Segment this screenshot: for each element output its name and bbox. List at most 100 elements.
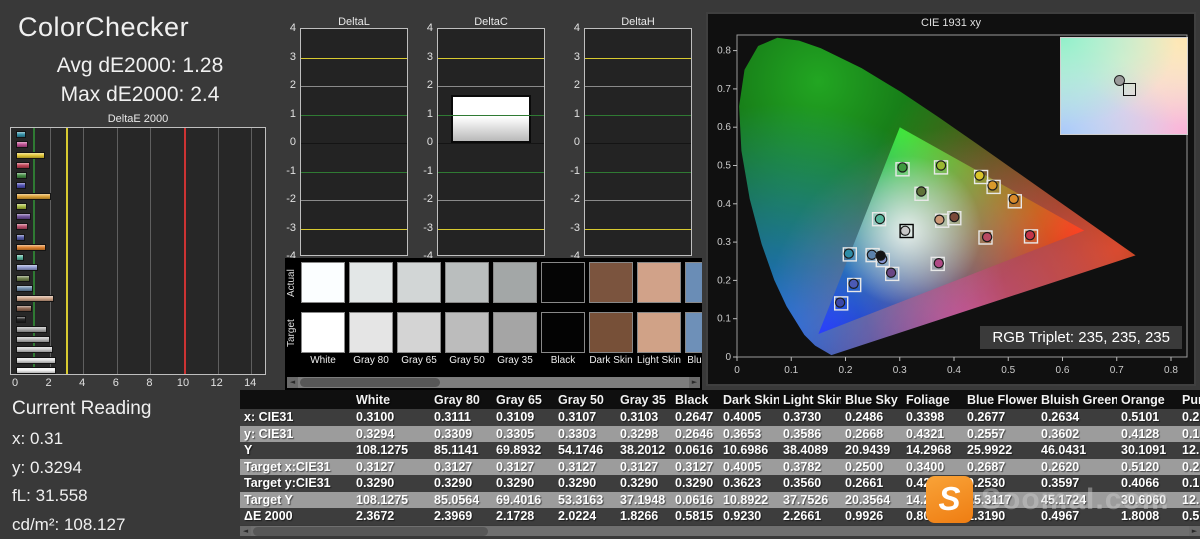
swatch-panel: Actual Target White Gray 80 Gray 65 Gray 50 Gr… bbox=[285, 258, 702, 391]
y-tick-label: 0.1 bbox=[717, 314, 731, 325]
y-tick-label: -2 bbox=[423, 193, 433, 205]
swatch-target-gray-80 bbox=[349, 312, 393, 353]
table-cell: 0.3623 bbox=[723, 476, 762, 490]
table-cell: 85.0564 bbox=[434, 492, 480, 507]
column-header: White bbox=[356, 393, 391, 407]
bar-yellow bbox=[16, 151, 45, 159]
table-scrollbar[interactable]: ◄ ► bbox=[240, 525, 1200, 536]
x-tick-label: 0 bbox=[734, 365, 740, 376]
ref-line bbox=[585, 171, 691, 173]
ref-line bbox=[301, 143, 407, 144]
y-tick-label: 1 bbox=[289, 107, 296, 120]
y-tick-label: 3 bbox=[289, 50, 296, 63]
y-tick-label: 0.8 bbox=[717, 46, 731, 57]
gridline bbox=[116, 128, 118, 374]
y-tick-label: 0 bbox=[725, 352, 731, 363]
target-point-icon bbox=[1123, 83, 1136, 96]
swatch-target-light-skin bbox=[637, 312, 681, 353]
table-cell: 0.3782 bbox=[783, 459, 822, 474]
swatch-label: Gray 65 bbox=[401, 355, 437, 366]
y-tick-label: 4 bbox=[573, 22, 580, 34]
current-reading-line: x: 0.31 bbox=[12, 429, 64, 448]
table-cell: 0.3127 bbox=[434, 459, 473, 474]
table-cell: 1.8008 bbox=[1121, 509, 1160, 523]
table-cell: 0.5815 bbox=[675, 509, 714, 523]
column-header: Gray 50 bbox=[558, 393, 604, 407]
table-cell: 2.2661 bbox=[783, 509, 822, 523]
bar-moderate-red bbox=[16, 223, 29, 231]
scroll-left-icon[interactable]: ◄ bbox=[287, 377, 298, 388]
scrollbar-thumb[interactable] bbox=[300, 378, 440, 387]
table-cell: 0.2 bbox=[1182, 459, 1200, 474]
table-cell: 69.8932 bbox=[496, 443, 542, 457]
chart-title-deltaH: DeltaH bbox=[621, 16, 655, 28]
table-cell: 108.1275 bbox=[356, 492, 409, 507]
measured-marker-green bbox=[897, 162, 908, 173]
scroll-right-icon[interactable]: ► bbox=[1189, 525, 1200, 536]
table-cell: 37.1948 bbox=[620, 492, 666, 507]
table-row: Target y:CIE31 0.3290 0.3290 0.3290 0.3290 0.… bbox=[240, 475, 1200, 492]
ref-line bbox=[301, 114, 407, 116]
cie-1931-panel: CIE 1931 xy 0 0.1 0.2 0.3 0.4 0.5 0.6 0.7 0.8 0 0.… bbox=[706, 12, 1196, 386]
ref-line bbox=[585, 228, 691, 230]
ref-line bbox=[301, 200, 407, 201]
chart-deltaH bbox=[584, 28, 692, 256]
y-tick-label: -2 bbox=[570, 193, 580, 205]
measured-marker-light-skin bbox=[934, 214, 945, 225]
bar-orange bbox=[16, 243, 47, 251]
table-cell: 20.3564 bbox=[845, 492, 891, 507]
table-cell: 2.0224 bbox=[558, 509, 597, 523]
current-reading-line: y: 0.3294 bbox=[12, 457, 82, 477]
swatch-actual-blue-sky bbox=[685, 262, 702, 303]
table-cell: 0.3100 bbox=[356, 410, 395, 424]
measured-marker-orange-yellow bbox=[987, 180, 998, 191]
ref-line bbox=[585, 86, 691, 87]
y-tick-label: -3 bbox=[570, 221, 580, 234]
column-header: Dark Skin bbox=[723, 393, 779, 407]
row-label-actual: Actual bbox=[286, 269, 297, 297]
measured-marker-cyan bbox=[843, 248, 854, 259]
scroll-right-icon[interactable]: ► bbox=[689, 377, 700, 388]
x-tick-label: 4 bbox=[79, 377, 86, 389]
table-cell: 53.3163 bbox=[558, 492, 604, 507]
gridline bbox=[83, 128, 85, 374]
column-header: Blue Sky bbox=[845, 393, 898, 407]
measured-marker-moderate-red bbox=[981, 231, 993, 243]
swatch-actual-gray-80 bbox=[349, 262, 393, 303]
bar-purple bbox=[16, 213, 32, 220]
row-label: Y bbox=[244, 443, 253, 457]
swatch-target-black bbox=[541, 312, 585, 353]
table-cell: 0.4066 bbox=[1121, 476, 1160, 490]
table-cell: 0.2557 bbox=[967, 426, 1006, 441]
swatch-scrollbar[interactable]: ◄ ► bbox=[287, 377, 700, 388]
bar-bluish-green bbox=[16, 254, 25, 261]
table-cell: 108.1275 bbox=[356, 443, 409, 457]
table-cell: 0.0616 bbox=[675, 443, 714, 457]
swatch-actual-gray-35 bbox=[493, 262, 537, 303]
table-cell: 0.2647 bbox=[675, 410, 714, 424]
table-row: y: CIE31 0.3294 0.3309 0.3305 0.3303 0.3298 0.… bbox=[240, 425, 1200, 442]
ref-line bbox=[301, 171, 407, 173]
ref-line bbox=[438, 228, 544, 230]
swatch-target-dark-skin bbox=[589, 312, 633, 353]
table-row: Y 108.1275 85.1141 69.8932 54.1746 38.2012 0.0… bbox=[240, 442, 1200, 459]
ref-line bbox=[66, 128, 69, 374]
ref-line bbox=[438, 57, 544, 59]
column-header: Pur bbox=[1182, 393, 1200, 407]
row-label: Target x:CIE31 bbox=[244, 459, 331, 474]
scrollbar-thumb[interactable] bbox=[253, 527, 488, 536]
swatch-label: Gray 50 bbox=[449, 355, 485, 366]
bar-white bbox=[16, 366, 56, 374]
y-tick-label: 0 bbox=[573, 136, 580, 148]
table-cell: 0.3290 bbox=[496, 476, 535, 490]
table-row: ΔE 2000 2.3672 2.3969 2.1728 2.0224 1.8266 0.5… bbox=[240, 508, 1200, 525]
x-tick-label: 0.1 bbox=[784, 365, 798, 376]
column-header: Bluish Green bbox=[1041, 393, 1117, 407]
table-cell: 0.2620 bbox=[1041, 459, 1080, 474]
y-tick-label: 2 bbox=[426, 79, 433, 91]
table-cell: 12. bbox=[1182, 492, 1200, 507]
avg-de2000: Avg dE2000: 1.28 bbox=[56, 54, 224, 77]
bar-orange-yellow bbox=[16, 192, 52, 200]
chart-deltaL bbox=[300, 28, 408, 256]
scroll-left-icon[interactable]: ◄ bbox=[240, 525, 251, 536]
